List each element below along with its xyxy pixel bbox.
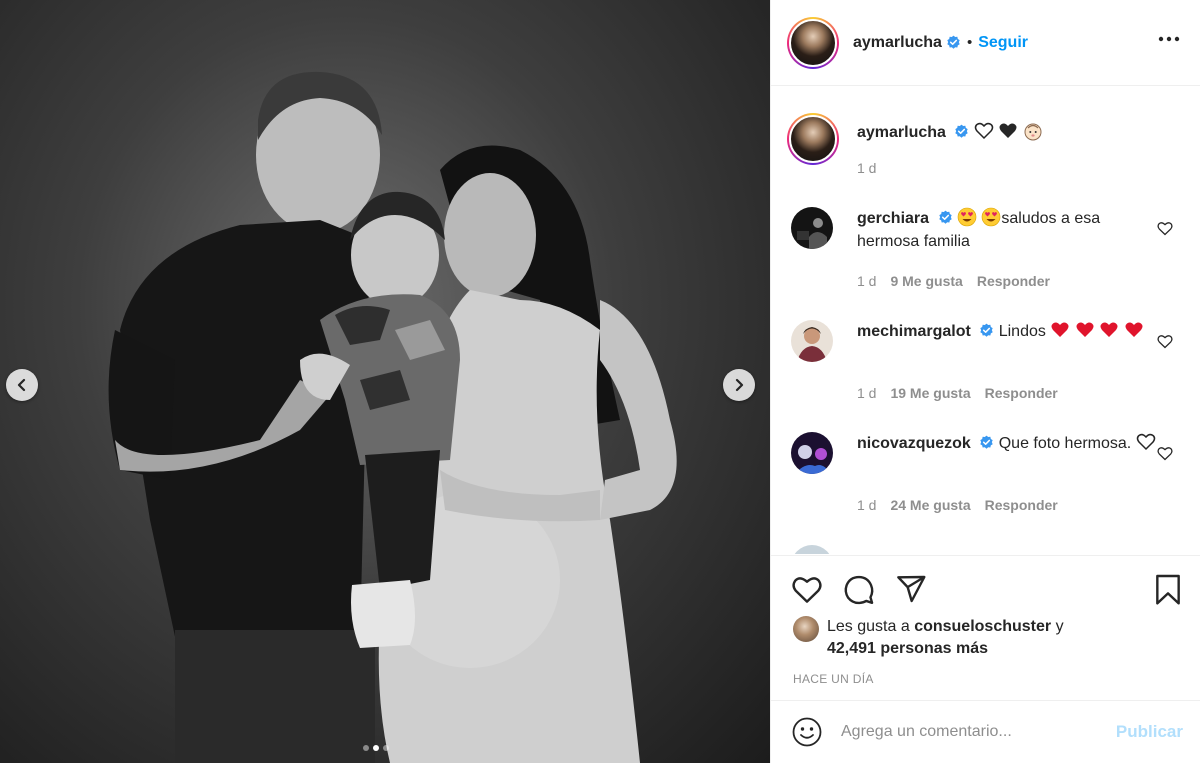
comment-body: nicovazquezok Que foto hermosa. [857,432,1157,455]
comment-time[interactable]: 1 d [857,273,876,289]
likes-count-link[interactable]: 42,491 personas más [827,640,988,657]
carousel-dot [363,745,369,751]
likes-summary: Les gusta a consueloschuster y 42,491 pe… [793,616,1064,660]
verified-badge-icon [980,435,993,449]
caption-author-avatar[interactable] [787,113,839,165]
verified-badge-icon [938,210,952,224]
reply-button[interactable]: Responder [985,497,1058,513]
carousel-dot-active [373,745,379,751]
red-heart-icon [1125,322,1143,337]
next-photo-button[interactable] [723,369,755,401]
like-comment-heart-icon[interactable] [1157,334,1173,349]
comment-text: Que foto hermosa. [998,435,1132,452]
comment-meta: 1 d 24 Me gusta Responder [857,497,1058,513]
reply-button[interactable]: Responder [977,273,1050,289]
baby-face-icon [1024,123,1042,141]
caption-body: aymarlucha [857,121,1157,144]
follow-separator: • [966,34,973,51]
black-heart-icon [999,123,1017,138]
post-header: aymarlucha • Seguir [771,0,1200,86]
verified-badge-icon [980,323,993,337]
chevron-right-icon [735,378,744,392]
commenter-avatar[interactable] [791,545,833,554]
post-caption: aymarlucha 1 d [787,113,1187,183]
comment-meta: 1 d 9 Me gusta Responder [857,273,1050,289]
comment-text: Lindos [998,323,1046,340]
comment-username[interactable]: mechimargalot [857,323,971,340]
caption-meta: 1 d [857,160,876,176]
comment-time[interactable]: 1 d [857,497,876,513]
emoji-smile-icon[interactable] [791,716,823,748]
caption-username[interactable]: aymarlucha [857,124,946,141]
instagram-post-modal: aymarlucha • Seguir aymarlucha 1 d gerch… [0,0,1200,763]
commenter-avatar[interactable] [791,320,833,362]
reply-button[interactable]: Responder [985,385,1058,401]
red-heart-icon [1076,322,1094,337]
like-comment-heart-icon[interactable] [1157,446,1173,461]
white-heart-icon [974,122,994,140]
comment-time[interactable]: 1 d [857,385,876,401]
comment-input[interactable] [841,723,1101,741]
comment-item: gerchiara saludos a esa hermosa familia … [787,207,1187,297]
carousel-dot [383,745,389,751]
red-heart-icon [1100,322,1118,337]
verified-badge-icon [947,35,960,49]
chevron-left-icon [17,378,26,392]
author-username[interactable]: aymarlucha [853,34,942,52]
liker-username[interactable]: consueloschuster [914,618,1051,635]
comment-item: nicovazquezok Que foto hermosa. 1 d 24 M… [787,432,1187,522]
liker-avatar[interactable] [793,616,819,642]
comment-item: mechimargalot Lindos 1 d 19 Me gusta Res… [787,320,1187,410]
comment-username[interactable]: gerchiara [857,210,929,227]
post-side-panel: aymarlucha • Seguir aymarlucha 1 d gerch… [770,0,1200,763]
comment-body: gerchiara saludos a esa hermosa familia [857,207,1157,253]
comment-likes-count[interactable]: 19 Me gusta [890,385,970,401]
share-paper-plane-icon[interactable] [895,574,927,604]
author-avatar[interactable] [787,16,839,69]
post-actions: Les gusta a consueloschuster y 42,491 pe… [771,555,1200,700]
follow-button[interactable]: Seguir [978,34,1028,52]
caption-time[interactable]: 1 d [857,160,876,176]
like-heart-icon[interactable] [791,574,823,604]
comment-meta: 1 d 19 Me gusta Responder [857,385,1058,401]
likes-joiner: y [1055,618,1064,635]
save-bookmark-icon[interactable] [1153,574,1183,606]
likes-text: Les gusta a consueloschuster y 42,491 pe… [827,616,1064,660]
verified-badge-icon [955,124,969,138]
comment-likes-count[interactable]: 24 Me gusta [890,497,970,513]
red-heart-icon [1051,322,1069,337]
publish-button[interactable]: Publicar [1116,722,1183,742]
heart-eyes-emoji-icon [982,207,1001,227]
add-comment-bar: Publicar [771,700,1200,763]
comment-body: mechimargalot Lindos [857,320,1157,343]
comments-list[interactable]: aymarlucha 1 d gerchiara saludos a esa h… [771,87,1200,554]
commenter-avatar[interactable] [791,432,833,474]
post-timestamp[interactable]: HACE UN DÍA [793,672,874,686]
previous-photo-button[interactable] [6,369,38,401]
family-photo-illustration [108,71,677,763]
more-options-icon[interactable] [1158,36,1180,42]
likes-prefix: Les gusta a [827,618,910,635]
white-heart-icon [1136,433,1155,451]
like-comment-heart-icon[interactable] [1157,221,1173,236]
comment-bubble-icon[interactable] [843,574,875,606]
post-photo[interactable] [0,0,770,763]
comment-username[interactable]: nicovazquezok [857,435,971,452]
carousel-indicator [363,745,389,751]
comment-likes-count[interactable]: 9 Me gusta [890,273,962,289]
heart-eyes-emoji-icon [957,207,977,227]
commenter-avatar[interactable] [791,207,833,249]
comment-item-partial [787,545,1187,554]
